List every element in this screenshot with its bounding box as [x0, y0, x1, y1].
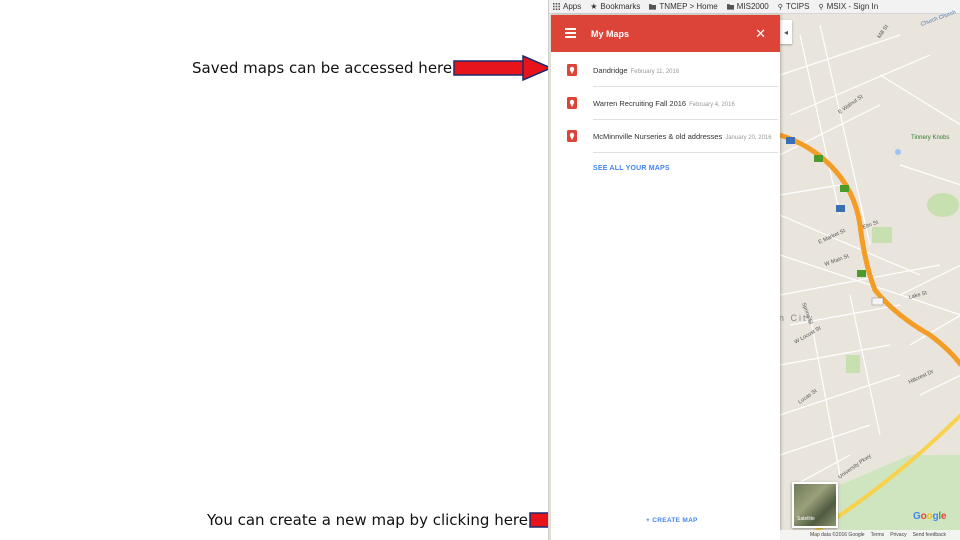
saved-maps-arrow	[453, 55, 553, 81]
collapse-panel-button[interactable]: ◂	[780, 20, 792, 44]
bookmarks-bar: Apps ★ Bookmarks TNMEP > Home MIS2000 ⚲ …	[549, 0, 960, 14]
saved-map-date: February 4, 2016	[689, 102, 735, 108]
map-footer: Map data ©2016 Google Terms Privacy Send…	[780, 530, 960, 540]
park-label: Tinnery Knobs	[911, 135, 950, 141]
link-icon: ⚲	[777, 3, 783, 11]
bookmark-bookmarks[interactable]: ★ Bookmarks	[590, 2, 640, 11]
saved-map-date: January 20, 2016	[725, 135, 772, 141]
folder-icon	[649, 4, 657, 10]
star-icon: ★	[590, 2, 598, 11]
saved-maps-caption: Saved maps can be accessed here:	[192, 59, 458, 77]
divider	[593, 152, 778, 153]
link-icon: ⚲	[818, 3, 824, 11]
bookmark-label: TNMEP > Home	[659, 2, 718, 11]
city-label: n City	[779, 313, 815, 323]
saved-map-title: Warren Recruiting Fall 2016 February 4, 2…	[593, 99, 735, 108]
saved-map-date: February 11, 2016	[630, 69, 680, 75]
map-canvas[interactable]	[780, 15, 960, 540]
browser-window: Apps ★ Bookmarks TNMEP > Home MIS2000 ⚲ …	[548, 0, 960, 540]
map-data-attribution: Map data ©2016 Google	[810, 532, 865, 538]
map-pin-icon	[567, 64, 577, 76]
see-all-maps-link[interactable]: SEE ALL YOUR MAPS	[593, 165, 670, 172]
panel-header: My Maps ✕	[551, 15, 780, 52]
privacy-link[interactable]: Privacy	[890, 532, 906, 538]
map-pin-icon	[567, 130, 577, 142]
satellite-toggle[interactable]: Satellite	[792, 482, 838, 528]
saved-map-title: McMinnville Nurseries & old addresses Jan…	[593, 132, 772, 141]
terms-link[interactable]: Terms	[871, 532, 885, 538]
map-pin-icon	[567, 97, 577, 109]
bookmark-tcips[interactable]: ⚲ TCIPS	[778, 2, 810, 11]
create-map-button[interactable]: + CREATE MAP	[646, 517, 698, 524]
close-icon[interactable]: ✕	[755, 27, 766, 40]
menu-icon[interactable]	[565, 28, 576, 40]
create-map-caption: You can create a new map by clicking her…	[207, 511, 534, 529]
bookmark-apps[interactable]: Apps	[553, 2, 581, 11]
bookmark-label: TCIPS	[785, 2, 810, 11]
bookmark-label: Apps	[563, 2, 582, 11]
saved-map-title: Dandridge February 11, 2016	[593, 66, 680, 75]
bookmark-label: MIS2000	[736, 2, 769, 11]
google-logo: Google	[913, 511, 947, 522]
bookmark-msix[interactable]: ⚲ MSIX - Sign In	[818, 2, 878, 11]
saved-map-item[interactable]: McMinnville Nurseries & old addresses Jan…	[551, 120, 780, 153]
bookmark-mis2000[interactable]: MIS2000	[726, 2, 769, 11]
panel-title: My Maps	[591, 28, 630, 39]
send-feedback-link[interactable]: Send feedback	[913, 532, 946, 538]
bookmark-tnmep[interactable]: TNMEP > Home	[649, 2, 718, 11]
folder-icon	[726, 4, 734, 10]
saved-map-item[interactable]: Dandridge February 11, 2016	[551, 54, 780, 87]
chevron-left-icon: ◂	[783, 27, 788, 37]
bookmark-label: Bookmarks	[600, 2, 641, 11]
saved-map-item[interactable]: Warren Recruiting Fall 2016 February 4, 2…	[551, 87, 780, 120]
satellite-label: Satellite	[797, 516, 815, 522]
bookmark-label: MSIX - Sign In	[826, 2, 879, 11]
apps-grid-icon	[553, 3, 560, 10]
my-maps-panel: My Maps ✕ Dandridge February 11, 2016 War…	[551, 15, 780, 540]
